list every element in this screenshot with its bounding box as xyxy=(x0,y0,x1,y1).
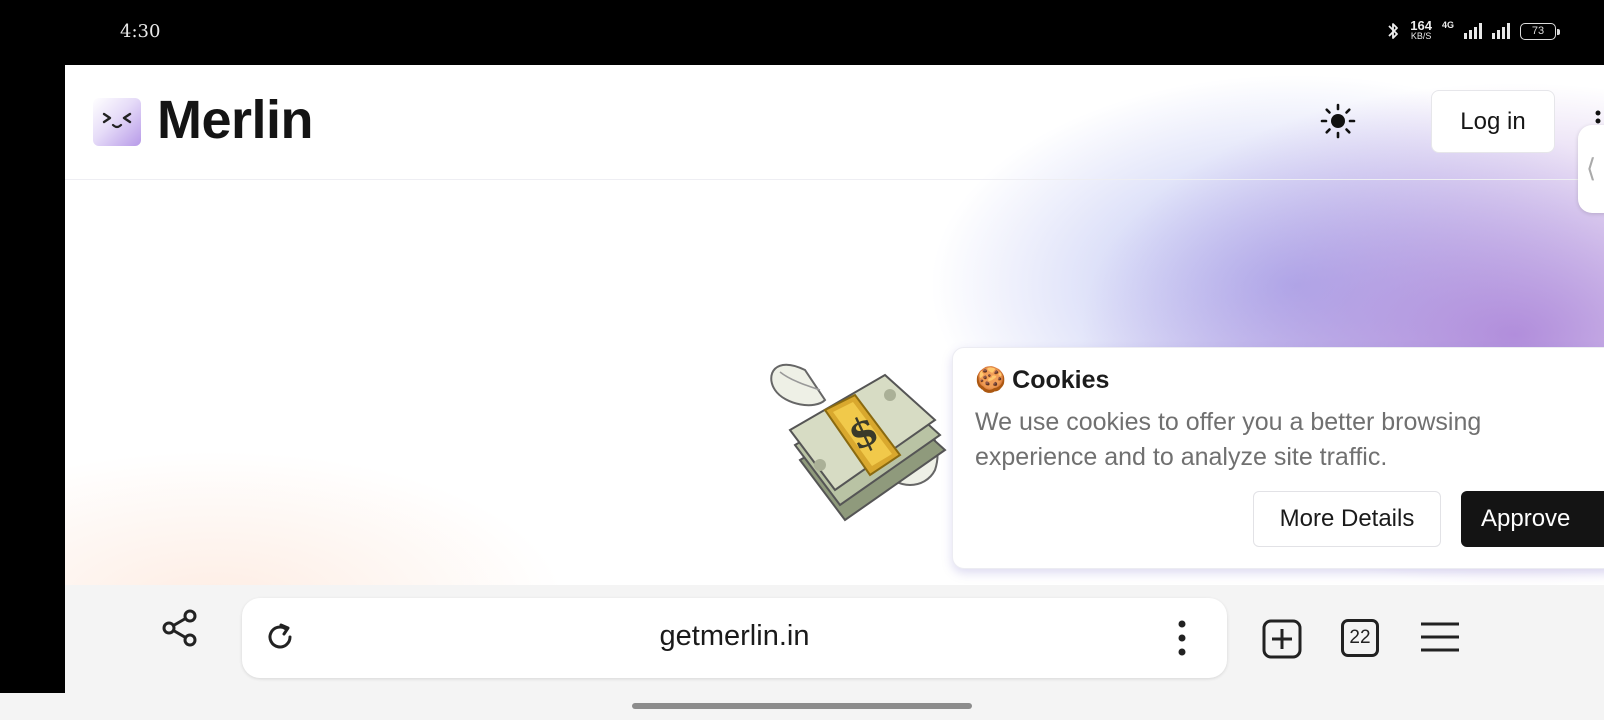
signal-icon xyxy=(1464,23,1482,39)
merlin-logo-icon[interactable] xyxy=(93,98,141,146)
system-navigation-bar xyxy=(0,693,1604,720)
signal-icon xyxy=(1492,23,1510,39)
more-details-button[interactable]: More Details xyxy=(1253,491,1441,547)
web-page[interactable]: Merlin Log in ⟨ $ 🍪 Cookies We use cooki… xyxy=(65,65,1604,585)
site-header: Merlin Log in xyxy=(65,65,1604,180)
cookie-title: 🍪 Cookies xyxy=(975,366,1109,395)
tabs-icon[interactable]: 22 xyxy=(1341,619,1379,657)
address-bar[interactable]: getmerlin.in xyxy=(242,598,1227,678)
battery-icon: 73 xyxy=(1520,22,1560,40)
approve-button[interactable]: Approve xyxy=(1461,491,1604,547)
status-icons: 164 KB/S 4G 73 xyxy=(1386,19,1560,42)
tab-count: 22 xyxy=(1349,627,1371,648)
browser-toolbar: getmerlin.in 22 xyxy=(65,585,1604,693)
brand-name[interactable]: Merlin xyxy=(157,89,314,151)
network-type: 4G xyxy=(1441,20,1454,30)
cookie-description: We use cookies to offer you a better bro… xyxy=(975,408,1482,471)
share-icon[interactable] xyxy=(160,608,200,648)
bluetooth-icon xyxy=(1388,23,1399,39)
money-with-wings-icon: $ xyxy=(770,363,947,522)
sun-icon[interactable] xyxy=(1320,103,1356,139)
side-panel-tab[interactable]: ⟨ xyxy=(1578,125,1604,213)
chevron-left-icon: ⟨ xyxy=(1586,153,1597,183)
battery-level: 73 xyxy=(1531,24,1545,37)
url-text[interactable]: getmerlin.in xyxy=(242,620,1227,653)
status-time: 4:30 xyxy=(120,21,161,42)
cookie-title-text: Cookies xyxy=(1012,366,1110,394)
new-tab-icon[interactable] xyxy=(1262,619,1302,659)
status-bar: 4:30 164 KB/S 4G 73 xyxy=(0,0,1604,65)
login-button[interactable]: Log in xyxy=(1431,90,1555,153)
network-speed-unit: KB/S xyxy=(1410,31,1432,41)
network-speed: 164 KB/S xyxy=(1410,19,1432,42)
menu-icon[interactable] xyxy=(1420,621,1460,653)
more-vertical-icon[interactable] xyxy=(1177,619,1187,657)
home-indicator[interactable] xyxy=(632,703,972,709)
cookie-banner: 🍪 Cookies We use cookies to offer you a … xyxy=(952,347,1604,569)
cookie-icon: 🍪 xyxy=(975,366,1007,394)
